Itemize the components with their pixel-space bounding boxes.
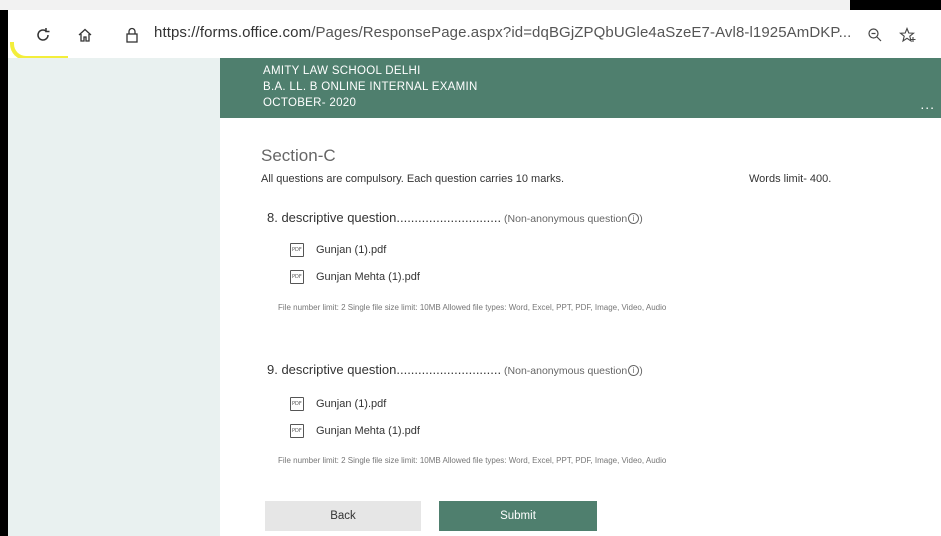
question-meta: (Non-anonymous question <box>501 365 628 377</box>
question-8-title: 8. descriptive question.................… <box>267 210 643 225</box>
back-button[interactable]: Back <box>265 501 421 531</box>
question-label: 8. descriptive question.................… <box>267 210 502 225</box>
file-limits-text: File number limit: 2 Single file size li… <box>278 303 667 312</box>
home-icon[interactable] <box>72 22 98 48</box>
window-top-dark <box>850 0 941 10</box>
pdf-file-icon <box>290 424 304 438</box>
question-meta: (Non-anonymous question <box>501 213 628 225</box>
form-header: AMITY LAW SCHOOL DELHI B.A. LL. B ONLINE… <box>220 58 941 118</box>
file-name: Gunjan (1).pdf <box>316 398 387 410</box>
url-domain: forms.office.com <box>199 24 312 41</box>
more-options-icon[interactable]: ... <box>920 96 935 112</box>
question-meta-end: ) <box>639 365 643 377</box>
lock-icon[interactable] <box>119 22 145 48</box>
words-limit: Words limit- 400. <box>749 173 832 185</box>
section-title: Section-C <box>261 146 336 165</box>
form-page: AMITY LAW SCHOOL DELHI B.A. LL. B ONLINE… <box>8 58 941 536</box>
submit-button[interactable]: Submit <box>439 501 597 531</box>
info-icon[interactable]: i <box>628 213 640 225</box>
question-label: 9. descriptive question.................… <box>267 362 502 377</box>
pdf-file-icon <box>290 243 304 257</box>
header-line-3: OCTOBER- 2020 <box>263 97 357 109</box>
url-path: /Pages/ResponsePage.aspx?id=dqBGjZPQbUGl… <box>311 24 852 41</box>
info-icon[interactable]: i <box>628 365 640 377</box>
file-name: Gunjan Mehta (1).pdf <box>316 425 420 437</box>
header-line-1: AMITY LAW SCHOOL DELHI <box>263 65 421 77</box>
address-bar-url[interactable]: https://forms.office.com/Pages/ResponseP… <box>154 24 851 41</box>
section-instructions: All questions are compulsory. Each quest… <box>261 173 565 185</box>
window-top-strip <box>0 0 850 10</box>
pdf-file-icon <box>290 397 304 411</box>
url-prefix: https:// <box>154 24 200 41</box>
zoom-icon[interactable] <box>862 22 888 48</box>
file-name: Gunjan Mehta (1).pdf <box>316 271 420 283</box>
question-meta-end: ) <box>639 213 643 225</box>
file-limits-text: File number limit: 2 Single file size li… <box>278 456 667 465</box>
file-name: Gunjan (1).pdf <box>316 244 387 256</box>
pdf-file-icon <box>290 270 304 284</box>
question-9-title: 9. descriptive question.................… <box>267 362 643 377</box>
header-line-2: B.A. LL. B ONLINE INTERNAL EXAMIN <box>263 81 478 93</box>
form-content: Section-C All questions are compulsory. … <box>220 118 941 536</box>
browser-toolbar: https://forms.office.com/Pages/ResponseP… <box>8 10 941 58</box>
favorite-star-icon[interactable] <box>895 22 921 48</box>
screenshot: https://forms.office.com/Pages/ResponseP… <box>0 0 941 536</box>
